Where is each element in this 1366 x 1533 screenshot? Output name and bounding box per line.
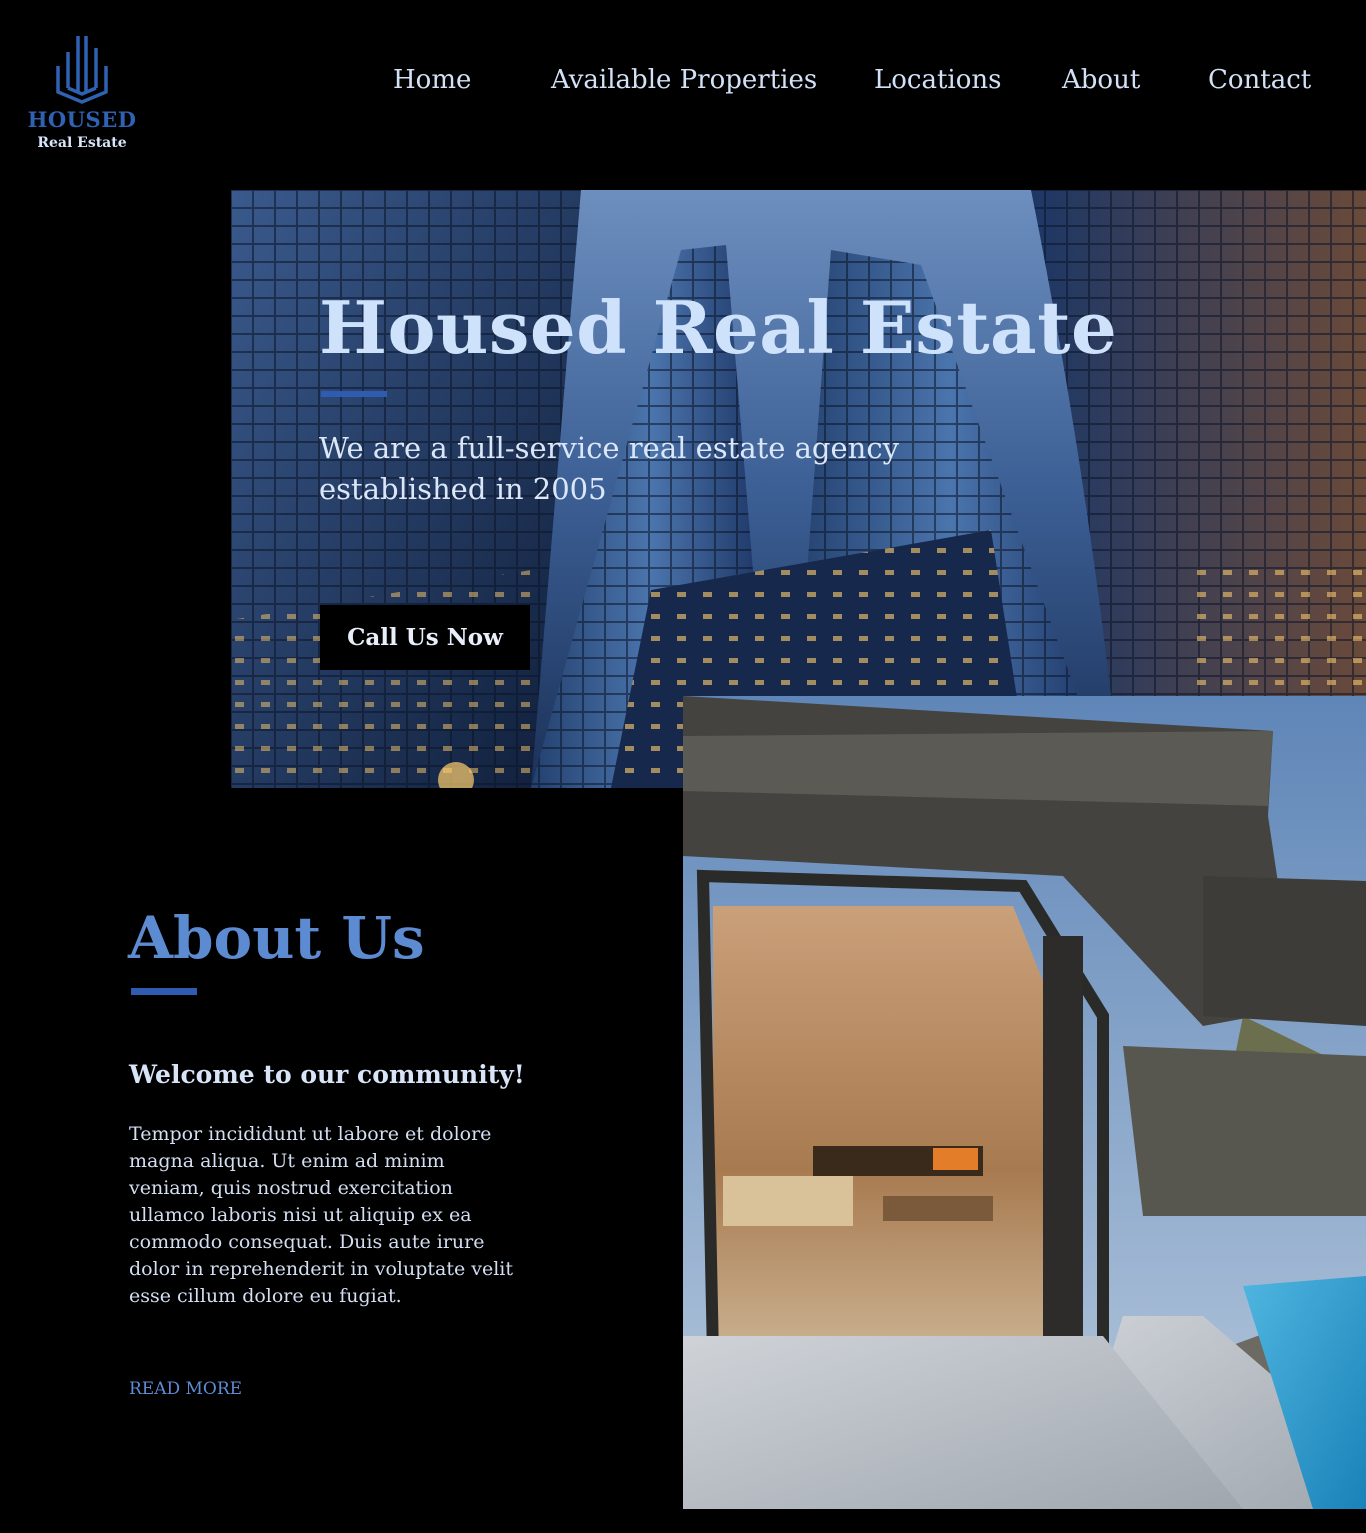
about-body-text: Tempor incididunt ut labore et dolore ma… — [129, 1123, 514, 1307]
hero-title: Housed Real Estate — [319, 285, 1118, 370]
nav-about[interactable]: About — [1062, 58, 1140, 102]
hero-subtitle: We are a full-service real estate agency… — [319, 431, 899, 506]
modern-house-pool-photo — [683, 696, 1366, 1509]
call-us-now-button[interactable]: Call Us Now — [320, 605, 530, 670]
about-divider — [131, 988, 197, 995]
nav-locations[interactable]: Locations — [874, 58, 1002, 102]
about-title: About Us — [128, 904, 425, 972]
logo-tagline: Real Estate — [37, 135, 127, 151]
read-more-link[interactable]: READ MORE — [129, 1376, 242, 1402]
main-nav: Home Available Properties Locations Abou… — [0, 58, 1366, 102]
nav-home[interactable]: Home — [393, 58, 471, 102]
logo-wordmark: HOUSED — [27, 107, 137, 132]
welcome-heading: Welcome to our community! — [129, 1060, 525, 1089]
nav-available-properties[interactable]: Available Properties — [551, 58, 817, 102]
nav-contact[interactable]: Contact — [1208, 58, 1311, 102]
hero-divider — [321, 391, 387, 397]
